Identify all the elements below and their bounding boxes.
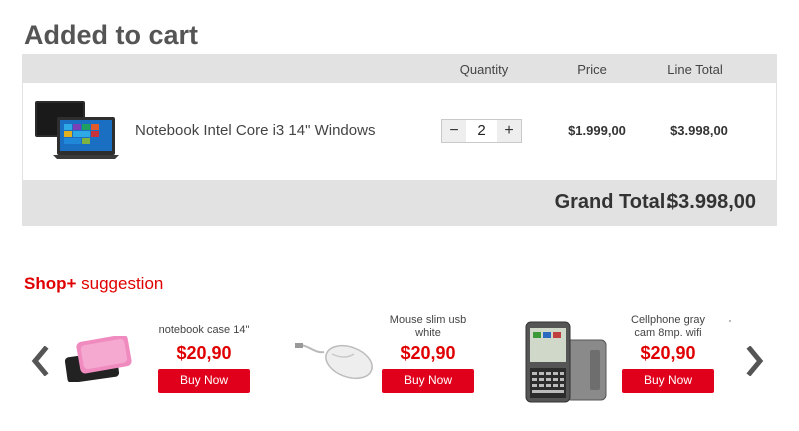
suggestion-product-price: $20,90 xyxy=(400,343,456,363)
line-total: $3.998,00 xyxy=(670,123,728,138)
quantity-value[interactable]: 2 xyxy=(466,120,497,142)
unit-price: $1.999,00 xyxy=(568,123,626,138)
grand-total-label: Grand Total: xyxy=(554,191,672,213)
carousel-edge-dot xyxy=(729,320,731,322)
cart-header: Quantity Price Line Total xyxy=(23,55,776,83)
mouse-image xyxy=(295,343,373,380)
increase-quantity-button[interactable]: + xyxy=(497,120,521,142)
suggestion-product-name: Cellphone gray cam 8mp. wifi xyxy=(631,314,705,339)
carousel-next-arrow-icon[interactable] xyxy=(745,346,765,376)
grand-total-bar: Grand Total: $3.998,00 xyxy=(23,180,776,225)
suggestion-product-price: $20,90 xyxy=(176,343,232,363)
buy-now-button[interactable]: Buy Now xyxy=(622,369,714,393)
buy-now-button[interactable]: Buy Now xyxy=(158,369,250,393)
line-total-column-header: Line Total xyxy=(667,62,723,77)
price-column-header: Price xyxy=(577,62,607,77)
laptop-case-image xyxy=(64,336,132,382)
quantity-stepper[interactable]: − 2 + xyxy=(441,119,522,143)
phone-image xyxy=(525,321,607,403)
suggestion-title-text: suggestion xyxy=(76,274,164,293)
cart-row: Notebook Intel Core i3 14" Windows − 2 +… xyxy=(23,83,776,180)
grand-total-value: $3.998,00 xyxy=(667,191,756,213)
decrease-quantity-button[interactable]: − xyxy=(442,120,466,142)
suggestion-title-brand: Shop+ xyxy=(24,274,77,293)
suggestion-product-name: Mouse slim usb white xyxy=(389,314,467,339)
buy-now-button[interactable]: Buy Now xyxy=(382,369,474,393)
cart-table: Quantity Price Line Total Notebook Intel… xyxy=(22,54,777,226)
product-name: Notebook Intel Core i3 14" Windows xyxy=(135,122,376,139)
suggestion-title: Shop+ suggestion xyxy=(24,274,163,294)
page-title: Added to cart xyxy=(24,20,199,50)
suggestion-product-name: notebook case 14" xyxy=(158,324,250,336)
laptop-image xyxy=(35,101,119,159)
quantity-column-header: Quantity xyxy=(459,62,509,77)
carousel-prev-arrow-icon[interactable] xyxy=(30,346,50,376)
suggestion-product-price: $20,90 xyxy=(640,343,696,363)
